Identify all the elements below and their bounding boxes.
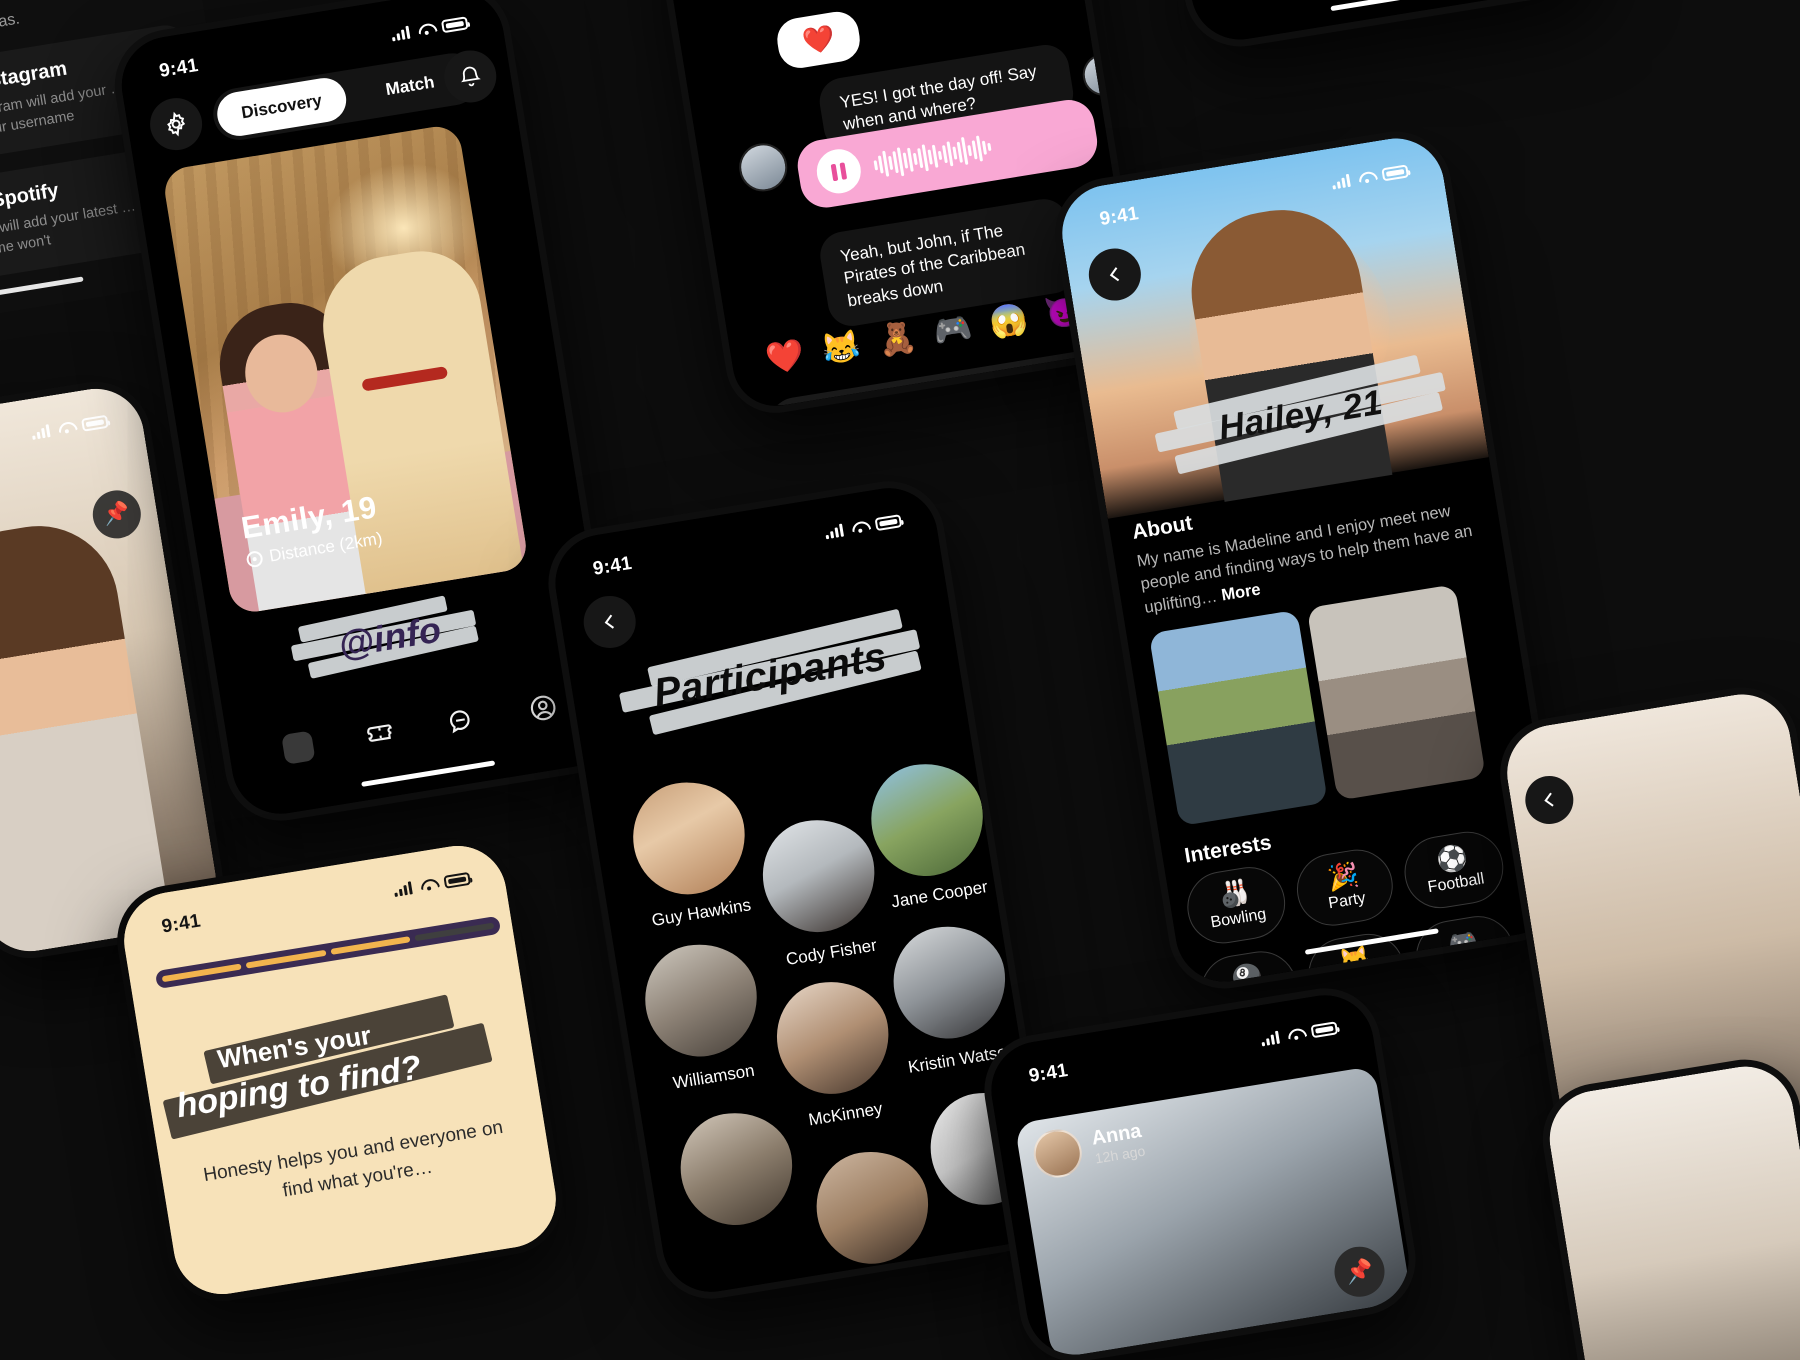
battery-icon [81, 414, 109, 432]
avatar[interactable] [1079, 50, 1128, 99]
location-pin-icon [245, 549, 264, 569]
status-time: 9:41 [1027, 1059, 1070, 1087]
battery-icon [1381, 163, 1409, 181]
info-sticker-label: @info [335, 608, 445, 666]
phone-top-right-header: …y Fisher 2:30 pm [1171, 0, 1609, 55]
profile-icon[interactable] [526, 691, 560, 725]
wifi-icon [1286, 1026, 1305, 1042]
avatar[interactable] [1030, 1125, 1086, 1181]
emoji-cat-laugh[interactable]: 😹 [819, 326, 863, 369]
interest-chip-football[interactable]: ⚽ Football [1399, 826, 1509, 914]
about-label: About [1130, 511, 1195, 544]
interest-chip-party[interactable]: 🎉 Party [1291, 844, 1399, 931]
bottom-tab-bar[interactable] [1200, 0, 1600, 47]
home-indicator [1330, 0, 1465, 12]
story-card[interactable]: Anna 12h ago 📌 [1014, 1065, 1413, 1360]
signal-icon [393, 880, 413, 897]
gallery-photo[interactable] [1148, 609, 1328, 827]
battery-icon [1310, 1020, 1339, 1038]
emoji-heart[interactable]: ❤️ [763, 335, 807, 378]
phone-anna-notification: 9:41 Anna 12h ago 📌 [976, 980, 1424, 1360]
signal-icon [824, 523, 844, 539]
eight-ball-icon: 🎱 [1229, 962, 1265, 989]
participant-avatar[interactable] [863, 755, 992, 884]
home-indicator [361, 760, 496, 787]
phone-onboarding: 9:41 When's your hoping to find? Honesty… [108, 830, 572, 1310]
participant-avatar[interactable] [808, 1143, 937, 1272]
waveform [872, 132, 993, 180]
participant-name: Cody Fisher [784, 935, 879, 969]
chat-icon[interactable] [1427, 7, 1461, 41]
interests-label: Interests [1182, 830, 1274, 868]
participant-avatar[interactable] [754, 811, 884, 941]
ticket-icon[interactable] [363, 717, 397, 751]
camera-icon[interactable] [1260, 34, 1294, 47]
battery-icon [440, 15, 469, 33]
wifi-icon [419, 877, 438, 893]
chat-icon[interactable] [444, 704, 478, 738]
emoji-gamepad[interactable]: 🎮 [931, 308, 975, 351]
battery-icon [443, 871, 471, 889]
emoji-teddy[interactable]: 🧸 [875, 317, 919, 360]
signal-icon [1331, 173, 1351, 190]
signal-icon [391, 25, 411, 41]
phone-participants: 9:41 Participants Guy Hawkins Cody Fishe [540, 473, 1060, 1307]
status-time: 9:41 [160, 910, 203, 938]
interest-chip-gaming[interactable]: 🎮 Gaming [1410, 910, 1520, 989]
participant-avatar[interactable] [625, 773, 754, 903]
story-header: Anna 12h ago [1030, 1116, 1147, 1181]
profile-icon[interactable] [1511, 0, 1545, 28]
interest-chip-bowling[interactable]: 🎳 Bowling [1182, 861, 1291, 949]
participant-name: McKinney [807, 1098, 884, 1130]
battery-icon [874, 513, 903, 531]
participant-name: Guy Hawkins [650, 895, 753, 930]
heart-reaction[interactable]: ❤️ [774, 8, 864, 72]
status-time: 9:41 [1098, 203, 1141, 231]
phone-edge-right-2 [1534, 1051, 1800, 1360]
tab-discovery[interactable]: Discovery [214, 74, 350, 140]
showcase-canvas: Accounts …ur latest Instas. Your Instagr… [0, 0, 1800, 1360]
signal-icon [1260, 1030, 1280, 1046]
gear-icon[interactable] [146, 94, 206, 154]
info-sticker[interactable]: @info [290, 590, 489, 686]
wifi-icon [56, 420, 75, 436]
photo-gallery[interactable] [1148, 584, 1486, 827]
page-title: Participants [650, 633, 890, 715]
emoji-scream[interactable]: 😱 [987, 299, 1031, 342]
participant-avatar[interactable] [768, 973, 898, 1102]
bottom-tab-bar[interactable] [226, 668, 616, 787]
back-chevron-icon[interactable] [579, 592, 640, 652]
football-icon: ⚽ [1434, 842, 1470, 876]
participant-name: Jane Cooper [889, 877, 990, 912]
status-bar: 9:41 [548, 481, 938, 596]
interest-chip-8ball[interactable]: 🎱 8-ball [1195, 946, 1302, 989]
ticket-icon[interactable] [1344, 21, 1378, 47]
gaming-icon: 🎮 [1445, 927, 1481, 960]
discover-icon[interactable] [281, 730, 316, 765]
status-time: 9:41 [591, 552, 634, 580]
participants-title-sticker: Participants [616, 608, 924, 736]
phone-profile: 9:41 Hailey, 21 About My name is Madelin… [1047, 123, 1573, 997]
wifi-icon [416, 21, 435, 37]
pause-icon[interactable] [813, 146, 865, 197]
gallery-photo[interactable] [1306, 584, 1486, 801]
signal-icon [31, 423, 51, 440]
status-time: 9:41 [157, 54, 200, 82]
participant-avatar[interactable] [637, 935, 766, 1065]
message-input-placeholder: Message... [791, 400, 886, 412]
pin-icon[interactable]: 📌 [1330, 1243, 1389, 1301]
bowling-icon: 🎳 [1216, 878, 1253, 911]
wifi-icon [850, 519, 869, 535]
profile-photo [1542, 1059, 1800, 1360]
avatar[interactable] [735, 139, 791, 195]
discovery-card-photo[interactable]: Emily, 19 Distance (2km) [161, 123, 530, 616]
participant-name: Williamson [671, 1060, 756, 1093]
cat-icon: 🐱 [1337, 944, 1373, 978]
party-icon: 🎉 [1325, 860, 1361, 894]
about-more-link[interactable]: More [1220, 580, 1262, 604]
wifi-icon [1357, 169, 1376, 185]
